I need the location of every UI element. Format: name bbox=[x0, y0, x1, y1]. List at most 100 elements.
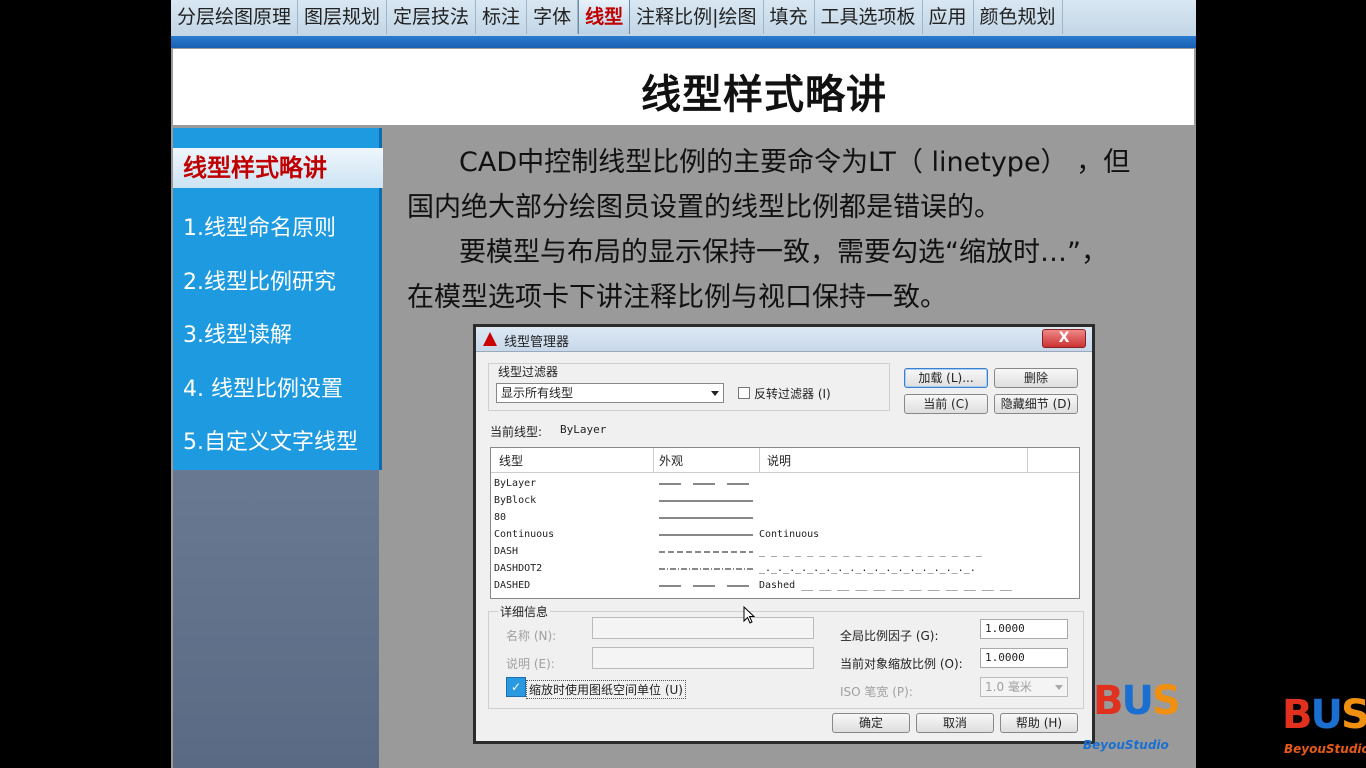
linetype-appearance bbox=[659, 551, 753, 553]
slide: 分层绘图原理 图层规划 定层技法 标注 字体 线型 注释比例|绘图 填充 工具选… bbox=[171, 0, 1196, 768]
paper-units-checkbox[interactable]: ✓ bbox=[506, 677, 526, 697]
current-linetype-label: 当前线型: bbox=[490, 425, 543, 439]
table-row[interactable]: DASHDOT2 _._._._._._._._._._._._._._._._.… bbox=[491, 561, 1079, 578]
tab-tool-palette[interactable]: 工具选项板 bbox=[815, 0, 923, 34]
paper-units-label: 缩放时使用图纸空间单位 (U) bbox=[526, 680, 686, 699]
dialog-titlebar[interactable]: 线型管理器 X bbox=[476, 327, 1092, 352]
delete-button[interactable]: 删除 bbox=[994, 368, 1078, 388]
linetype-appearance bbox=[659, 517, 753, 519]
invert-filter-label: 反转过滤器 (I) bbox=[754, 387, 831, 401]
main-content: CAD中控制线型比例的主要命令为LT（ linetype） ，但 国内绝大部分绘… bbox=[407, 140, 1167, 320]
column-appearance[interactable]: 外观 bbox=[659, 452, 683, 469]
linetype-name: ByBlock bbox=[494, 495, 537, 506]
iso-pen-select[interactable]: 1.0 毫米 bbox=[980, 677, 1068, 697]
top-tab-bar: 分层绘图原理 图层规划 定层技法 标注 字体 线型 注释比例|绘图 填充 工具选… bbox=[171, 0, 1196, 37]
iso-pen-value: 1.0 毫米 bbox=[985, 680, 1032, 694]
linetype-description: Dashed __ __ __ __ __ __ __ __ __ __ __ … bbox=[759, 580, 1012, 591]
bus-logo: BUS bbox=[1093, 678, 1181, 724]
paragraph-2-line-1: 要模型与布局的显示保持一致，需要勾选“缩放时…”， bbox=[459, 237, 1108, 268]
dialog-title: 线型管理器 bbox=[504, 335, 570, 350]
linetype-name: DASHDOT2 bbox=[494, 563, 543, 574]
linetype-name: DASH bbox=[494, 546, 519, 557]
watermark-caption: BeyouStudio bbox=[1284, 742, 1366, 756]
linetype-name: 80 bbox=[494, 512, 507, 523]
sidebar-item-reading[interactable]: 3.线型读解 bbox=[183, 317, 292, 349]
current-linetype-value: ByLayer bbox=[560, 423, 607, 436]
table-row[interactable]: Continuous Continuous bbox=[491, 527, 1079, 544]
tab-dimension[interactable]: 标注 bbox=[476, 0, 528, 34]
linetype-name: ByLayer bbox=[494, 478, 537, 489]
table-row[interactable]: ByLayer bbox=[491, 476, 1079, 493]
tab-font[interactable]: 字体 bbox=[527, 0, 579, 34]
sidebar-item-naming[interactable]: 1.线型命名原则 bbox=[183, 210, 336, 242]
invert-filter-checkbox[interactable] bbox=[738, 387, 750, 399]
column-divider bbox=[653, 448, 654, 472]
watermark-logo: BUS bbox=[1282, 692, 1366, 738]
paragraph-1-line-1: CAD中控制线型比例的主要命令为LT（ linetype） ，但 bbox=[459, 147, 1131, 178]
description-label: 说明 (E): bbox=[506, 657, 555, 671]
tab-layer-principle[interactable]: 分层绘图原理 bbox=[171, 0, 299, 34]
close-button[interactable]: X bbox=[1042, 329, 1086, 348]
linetype-appearance bbox=[659, 483, 753, 485]
linetype-name: DASHED bbox=[494, 580, 531, 591]
mouse-cursor-icon bbox=[743, 606, 755, 624]
linetype-appearance bbox=[659, 534, 753, 536]
table-row[interactable]: DASH _ _ _ _ _ _ _ _ _ _ _ _ _ _ _ _ _ _ … bbox=[491, 544, 1079, 561]
linetype-description: _._._._._._._._._._._._._._._._._._. bbox=[759, 563, 976, 574]
sidebar-item-scale-setting[interactable]: 4. 线型比例设置 bbox=[183, 371, 343, 403]
page-title: 线型样式略讲 bbox=[641, 72, 887, 118]
tab-layer-technique[interactable]: 定层技法 bbox=[387, 0, 477, 34]
ok-button[interactable]: 确定 bbox=[832, 713, 910, 733]
description-field[interactable] bbox=[592, 647, 814, 669]
sidebar-item-custom-text[interactable]: 5.自定义文字线型 bbox=[183, 424, 358, 456]
linetype-description: _ _ _ _ _ _ _ _ _ _ _ _ _ _ _ _ _ _ _ bbox=[759, 546, 982, 557]
global-scale-input[interactable]: 1.0000 bbox=[980, 619, 1068, 639]
linetype-list[interactable]: 线型 外观 说明 ByLayer ByBlock 80 Continuous Conti… bbox=[490, 447, 1080, 599]
name-label: 名称 (N): bbox=[506, 629, 557, 643]
cancel-button[interactable]: 取消 bbox=[916, 713, 994, 733]
paragraph-1-line-2: 国内绝大部分绘图员设置的线型比例都是错误的。 bbox=[407, 192, 1001, 223]
load-button[interactable]: 加载 (L)... bbox=[904, 368, 988, 388]
autocad-icon bbox=[483, 332, 497, 346]
help-button[interactable]: 帮助 (H) bbox=[1000, 713, 1078, 733]
column-divider bbox=[1027, 448, 1028, 472]
iso-pen-label: ISO 笔宽 (P): bbox=[840, 685, 913, 699]
table-row[interactable]: ByBlock bbox=[491, 493, 1079, 510]
tab-annotation-scale[interactable]: 注释比例|绘图 bbox=[630, 0, 764, 34]
column-description[interactable]: 说明 bbox=[767, 452, 791, 469]
sidebar-item-scale-study[interactable]: 2.线型比例研究 bbox=[183, 264, 336, 296]
table-row[interactable]: DASHED Dashed __ __ __ __ __ __ __ __ __ … bbox=[491, 578, 1079, 595]
name-field[interactable] bbox=[592, 617, 814, 639]
tab-linetype[interactable]: 线型 bbox=[578, 0, 631, 34]
column-divider bbox=[759, 448, 760, 472]
global-scale-label: 全局比例因子 (G): bbox=[840, 629, 939, 643]
linetype-name: Continuous bbox=[494, 529, 555, 540]
tab-color-plan[interactable]: 颜色规划 bbox=[974, 0, 1063, 34]
sidebar: 线型样式略讲 1.线型命名原则 2.线型比例研究 3.线型读解 4. 线型比例设… bbox=[173, 128, 383, 768]
filter-group-label: 线型过滤器 bbox=[498, 365, 559, 379]
chevron-down-icon bbox=[1055, 685, 1063, 690]
bus-logo-caption: BeyouStudio bbox=[1083, 738, 1169, 752]
chevron-down-icon bbox=[711, 391, 719, 396]
tab-application[interactable]: 应用 bbox=[923, 0, 974, 34]
column-linetype[interactable]: 线型 bbox=[499, 452, 523, 469]
current-button[interactable]: 当前 (C) bbox=[904, 394, 988, 414]
linetype-manager-dialog: 线型管理器 X 线型过滤器 显示所有线型 反转过滤器 (I) 加载 (L)...… bbox=[473, 324, 1095, 744]
hide-details-button[interactable]: 隐藏细节 (D) bbox=[994, 394, 1078, 414]
table-row[interactable]: 80 bbox=[491, 510, 1079, 527]
filter-select-value: 显示所有线型 bbox=[501, 386, 574, 400]
tab-hatch[interactable]: 填充 bbox=[764, 0, 815, 34]
tab-layer-plan[interactable]: 图层规划 bbox=[298, 0, 388, 34]
sidebar-heading[interactable]: 线型样式略讲 bbox=[173, 148, 383, 188]
list-header: 线型 外观 说明 bbox=[491, 448, 1079, 473]
linetype-appearance bbox=[659, 500, 753, 502]
linetype-appearance bbox=[659, 585, 753, 587]
filter-select[interactable]: 显示所有线型 bbox=[496, 383, 724, 403]
details-group-label: 详细信息 bbox=[498, 603, 551, 620]
header-divider-bar bbox=[171, 36, 1196, 48]
current-scale-label: 当前对象缩放比例 (O): bbox=[840, 657, 963, 671]
linetype-description: Continuous bbox=[759, 529, 820, 540]
linetype-appearance bbox=[659, 568, 753, 570]
paragraph-2-line-2: 在模型选项卡下讲注释比例与视口保持一致。 bbox=[407, 282, 947, 313]
current-scale-input[interactable]: 1.0000 bbox=[980, 648, 1068, 668]
